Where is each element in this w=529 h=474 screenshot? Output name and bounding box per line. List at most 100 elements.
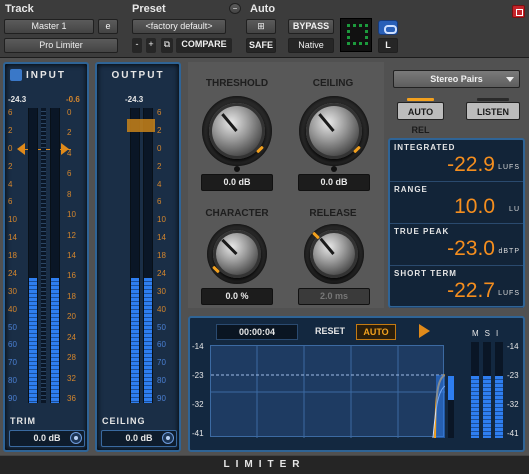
graph-scale-label: -32 [507, 400, 519, 409]
scale-tick-label: 4 [157, 179, 162, 189]
character-knob[interactable] [213, 230, 261, 278]
plugin-header: Track Preset Auto Master 1 e Pro Limiter… [0, 0, 529, 58]
meter-m [471, 342, 479, 438]
threshold-dot [234, 166, 240, 172]
scale-tick-label: 24 [67, 332, 76, 342]
loudness-row: SHORT TERM -22.7 LUFS [390, 266, 523, 308]
preset-label: Preset [132, 3, 166, 15]
input-meter-left [28, 108, 38, 403]
scale-tick-label: 32 [67, 373, 76, 383]
auto-label: Auto [250, 3, 276, 15]
ceiling-dot [331, 166, 337, 172]
character-value[interactable]: 0.0 % [201, 288, 273, 305]
input-meter-right [50, 108, 60, 403]
scale-tick-label: 6 [8, 108, 13, 117]
loudness-row: TRUE PEAK -23.0 dBTP [390, 224, 523, 266]
scale-tick-label: 36 [67, 394, 76, 403]
listen-button[interactable]: LISTEN [466, 98, 520, 120]
graph-scale-label: -14 [192, 342, 204, 351]
scale-tick-label: 40 [8, 304, 17, 314]
loudness-unit: dBTP [498, 248, 520, 255]
link-icon[interactable] [378, 20, 398, 35]
preset-selector[interactable]: <factory default> [132, 19, 226, 34]
scale-tick-label: 18 [8, 251, 17, 260]
trim-knob-icon[interactable] [70, 432, 82, 444]
graph-scale-label: -23 [507, 371, 519, 380]
plugin-window-icon[interactable] [512, 5, 525, 18]
scale-tick-label: 6 [157, 197, 162, 207]
bypass-button[interactable]: BYPASS [288, 19, 334, 34]
safe-button[interactable]: SAFE [246, 38, 276, 53]
scale-tick-label: 10 [8, 215, 17, 225]
input-tick-bar [41, 108, 46, 403]
link-l-button[interactable]: L [378, 38, 398, 53]
graph-scale-label: -23 [192, 371, 204, 380]
loudness-label: RANGE [394, 185, 428, 194]
scale-tick-label: 6 [8, 197, 13, 207]
track-e-button[interactable]: e [98, 19, 118, 34]
scale-tick-label: 24 [157, 268, 166, 278]
scale-tick-label: 2 [8, 125, 13, 135]
scale-tick-label: 2 [8, 161, 13, 171]
scale-tick-label: 28 [67, 353, 76, 363]
auto-button[interactable]: AUTO [356, 324, 396, 340]
output-peak: -24.3 [125, 95, 144, 104]
knob-ceiling-value[interactable]: 0.0 dB [298, 174, 370, 191]
scale-tick-label: 70 [157, 358, 166, 368]
preset-menu-icon[interactable]: − [229, 3, 241, 14]
loudness-unit: LUFS [498, 164, 520, 171]
copy-settings-icon[interactable]: ⧉ [161, 38, 173, 53]
scale-tick-label: 4 [8, 179, 13, 189]
signal-indicator-icon [340, 18, 372, 52]
loudness-value: -22.9 [447, 153, 495, 176]
plugin-selector[interactable]: Pro Limiter [4, 38, 118, 53]
ceiling-marker[interactable] [127, 119, 155, 132]
scale-tick-label: 0 [8, 143, 13, 153]
scale-tick-label: 80 [8, 376, 17, 386]
loudness-value: -22.7 [447, 279, 495, 302]
input-peak-left: -24.3 [8, 95, 27, 104]
knob-section: THRESHOLD 0.0 dB CEILING 0.0 dB CHARACTE… [188, 62, 384, 308]
scale-tick-label: 14 [8, 233, 17, 243]
reset-button[interactable]: RESET [308, 324, 352, 340]
release-value[interactable]: 2.0 ms [298, 288, 370, 305]
scale-tick-label: 20 [67, 312, 76, 322]
scale-tick-label: 90 [157, 394, 166, 403]
graph-scale-label: -41 [507, 429, 519, 438]
scale-tick-label: 50 [157, 322, 166, 332]
automation-icon[interactable]: ⊞ [246, 19, 276, 34]
scale-tick-label: 0 [67, 108, 72, 117]
ceiling-label: CEILING [102, 416, 146, 426]
loudness-unit: LUFS [498, 290, 520, 297]
auto-rel-button[interactable]: AUTO REL [397, 98, 444, 135]
threshold-value[interactable]: 0.0 dB [201, 174, 273, 191]
next-preset-button[interactable]: + [146, 38, 156, 53]
scale-tick-label: 14 [67, 251, 76, 260]
graph-scale-label: -41 [192, 429, 204, 438]
listen-led [477, 98, 509, 101]
output-meter-panel: OUTPUT -24.3 6 2 0 2 4 6 10 14 18 24 30 40 50 60 70 80 9… [95, 62, 181, 452]
character-label: CHARACTER [205, 208, 269, 219]
scale-tick-label: 0 [157, 143, 162, 153]
output-meter-right [143, 108, 153, 403]
scale-tick-label: 24 [8, 268, 17, 278]
history-time: 00:00:04 [216, 324, 298, 340]
scale-tick-label: 60 [8, 340, 17, 350]
auto-rel-led [407, 98, 434, 101]
history-graph [210, 345, 445, 438]
scale-tick-label: 80 [157, 376, 166, 386]
ceiling-knob-icon[interactable] [162, 432, 174, 444]
input-title: INPUT [26, 70, 66, 81]
previous-preset-button[interactable]: - [132, 38, 142, 53]
msi-labels: MSI [472, 329, 505, 338]
play-icon[interactable] [419, 324, 430, 338]
input-meter-panel: INPUT -24.3 -0.6 6 2 0 2 4 6 10 14 18 24 30 40 50 60 7… [3, 62, 89, 452]
compare-button[interactable]: COMPARE [176, 38, 232, 53]
history-graph-svg [211, 346, 445, 438]
stereo-mode-dropdown[interactable]: Stereo Pairs [393, 70, 520, 88]
graph-meter-1 [448, 376, 454, 438]
graph-scale-label: -14 [507, 342, 519, 351]
loudness-label: INTEGRATED [394, 143, 456, 152]
track-selector[interactable]: Master 1 [4, 19, 94, 34]
scale-tick-label: 8 [67, 189, 72, 199]
